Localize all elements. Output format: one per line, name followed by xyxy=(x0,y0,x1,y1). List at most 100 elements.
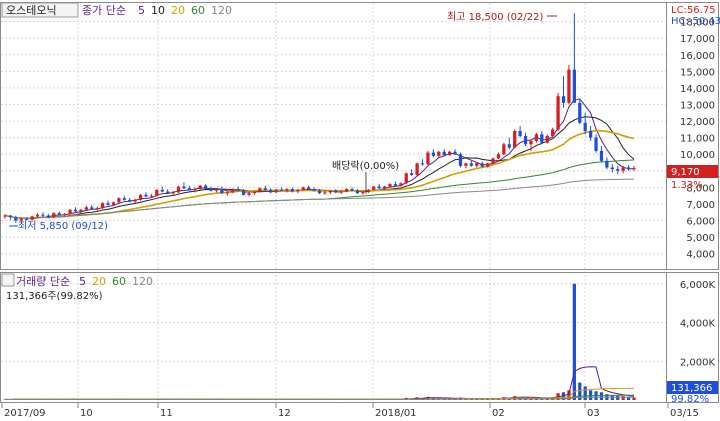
candle-body xyxy=(247,193,251,195)
candle-body xyxy=(388,184,392,187)
volume-ma-period: 20 xyxy=(92,275,106,288)
candle-body xyxy=(561,96,566,103)
lc-readout: LC:56.75 xyxy=(671,5,716,16)
candle-body xyxy=(122,198,126,200)
candle-body xyxy=(117,198,121,203)
candle-body xyxy=(545,136,549,143)
candle-body xyxy=(556,96,560,130)
price-tick-label: 16,000 xyxy=(680,51,715,62)
candle-body xyxy=(90,207,94,209)
low-annotation: 최저 5,850 (09/12) xyxy=(18,220,108,232)
volume-bar xyxy=(616,395,620,400)
candle-body xyxy=(475,163,479,166)
candle-body xyxy=(307,187,311,190)
candle-body xyxy=(437,151,441,156)
candle-body xyxy=(220,189,224,194)
candle-body xyxy=(583,122,587,132)
candle-body xyxy=(442,151,446,156)
price-tick-label: 10,000 xyxy=(680,150,715,161)
volume-label: 거래량 단순 xyxy=(16,275,70,288)
candle-body xyxy=(496,154,501,159)
candle-body xyxy=(35,214,40,217)
x-tick-label: 10 xyxy=(80,408,93,419)
candle-body xyxy=(588,131,593,138)
candle-body xyxy=(323,192,327,194)
volume-bar xyxy=(632,397,636,400)
candle-body xyxy=(128,199,132,202)
stock-chart: 4,0005,0006,0007,0008,0009,00010,00011,0… xyxy=(0,0,720,421)
hc-readout: HC:-50.43 xyxy=(671,16,720,27)
price-tick-label: 14,000 xyxy=(680,84,715,95)
candle-body xyxy=(513,131,517,148)
candle-body xyxy=(290,189,295,192)
candle-body xyxy=(605,160,609,168)
candle-body xyxy=(68,209,72,214)
candle-body xyxy=(399,183,403,186)
volume-bar xyxy=(599,392,604,400)
current-volume: 131,366 xyxy=(671,383,712,394)
candle-body xyxy=(469,163,473,166)
volume-ma-period: 5 xyxy=(79,275,86,288)
candle-body xyxy=(578,102,582,123)
current-volume-pct: 99.82% xyxy=(671,394,709,405)
x-tick-label: 12 xyxy=(278,408,291,419)
stock-name: 오스테오닉 xyxy=(6,4,57,17)
price-ma-label: 종가 단순 xyxy=(82,4,126,17)
price-ma-period: 5 xyxy=(138,4,145,17)
candle-body xyxy=(572,69,576,103)
candle-body xyxy=(448,151,452,156)
candle-body xyxy=(296,189,300,192)
candle-body xyxy=(317,190,322,194)
price-ma-period: 60 xyxy=(191,4,205,17)
volume-bar xyxy=(572,283,576,400)
candle-body xyxy=(149,195,154,197)
candle-body xyxy=(144,194,148,197)
candle-body xyxy=(529,140,533,145)
candle-body xyxy=(540,134,544,143)
candle-body xyxy=(30,216,34,220)
candle-body xyxy=(252,191,257,194)
candle-body xyxy=(41,214,45,216)
candle-body xyxy=(274,189,278,193)
candle-body xyxy=(355,190,360,194)
candle-body xyxy=(52,213,56,218)
candle-body xyxy=(100,203,105,209)
dividend-annotation: 배당락(0.00%) xyxy=(332,160,399,172)
candle-body xyxy=(79,209,83,212)
volume-tick-label: 2,000K xyxy=(680,357,716,368)
candle-body xyxy=(632,167,636,170)
candle-body xyxy=(3,215,7,217)
x-tick-label: 11 xyxy=(160,408,173,419)
price-tick-label: 5,000 xyxy=(686,233,715,244)
candle-body xyxy=(8,215,13,218)
price-tick-label: 7,000 xyxy=(686,200,715,211)
chart-background xyxy=(0,0,720,421)
candle-body xyxy=(301,187,305,190)
candle-body xyxy=(312,189,316,191)
candle-body xyxy=(626,167,631,170)
candle-body xyxy=(334,190,338,193)
candle-body xyxy=(14,217,18,221)
candle-body xyxy=(95,208,99,210)
candle-body xyxy=(431,152,435,156)
x-tick-label: 2017/09 xyxy=(4,408,46,419)
volume-label-box[interactable] xyxy=(1,273,15,287)
candle-body xyxy=(171,192,175,194)
price-tick-label: 17,000 xyxy=(680,34,715,45)
price-tick-label: 6,000 xyxy=(686,217,715,228)
price-ma-period: 120 xyxy=(211,4,232,17)
candle-body xyxy=(621,167,625,171)
candle-body xyxy=(344,189,349,192)
candle-body xyxy=(73,209,78,212)
candle-body xyxy=(382,186,387,189)
candle-body xyxy=(507,144,511,148)
candle-body xyxy=(599,150,604,161)
candle-body xyxy=(594,137,598,151)
volume-tick-label: 4,000K xyxy=(680,319,716,330)
candle-body xyxy=(187,188,191,190)
candle-body xyxy=(502,144,506,155)
candle-body xyxy=(285,189,289,191)
candle-body xyxy=(328,190,332,193)
candle-body xyxy=(231,189,235,193)
candle-body xyxy=(610,167,614,170)
